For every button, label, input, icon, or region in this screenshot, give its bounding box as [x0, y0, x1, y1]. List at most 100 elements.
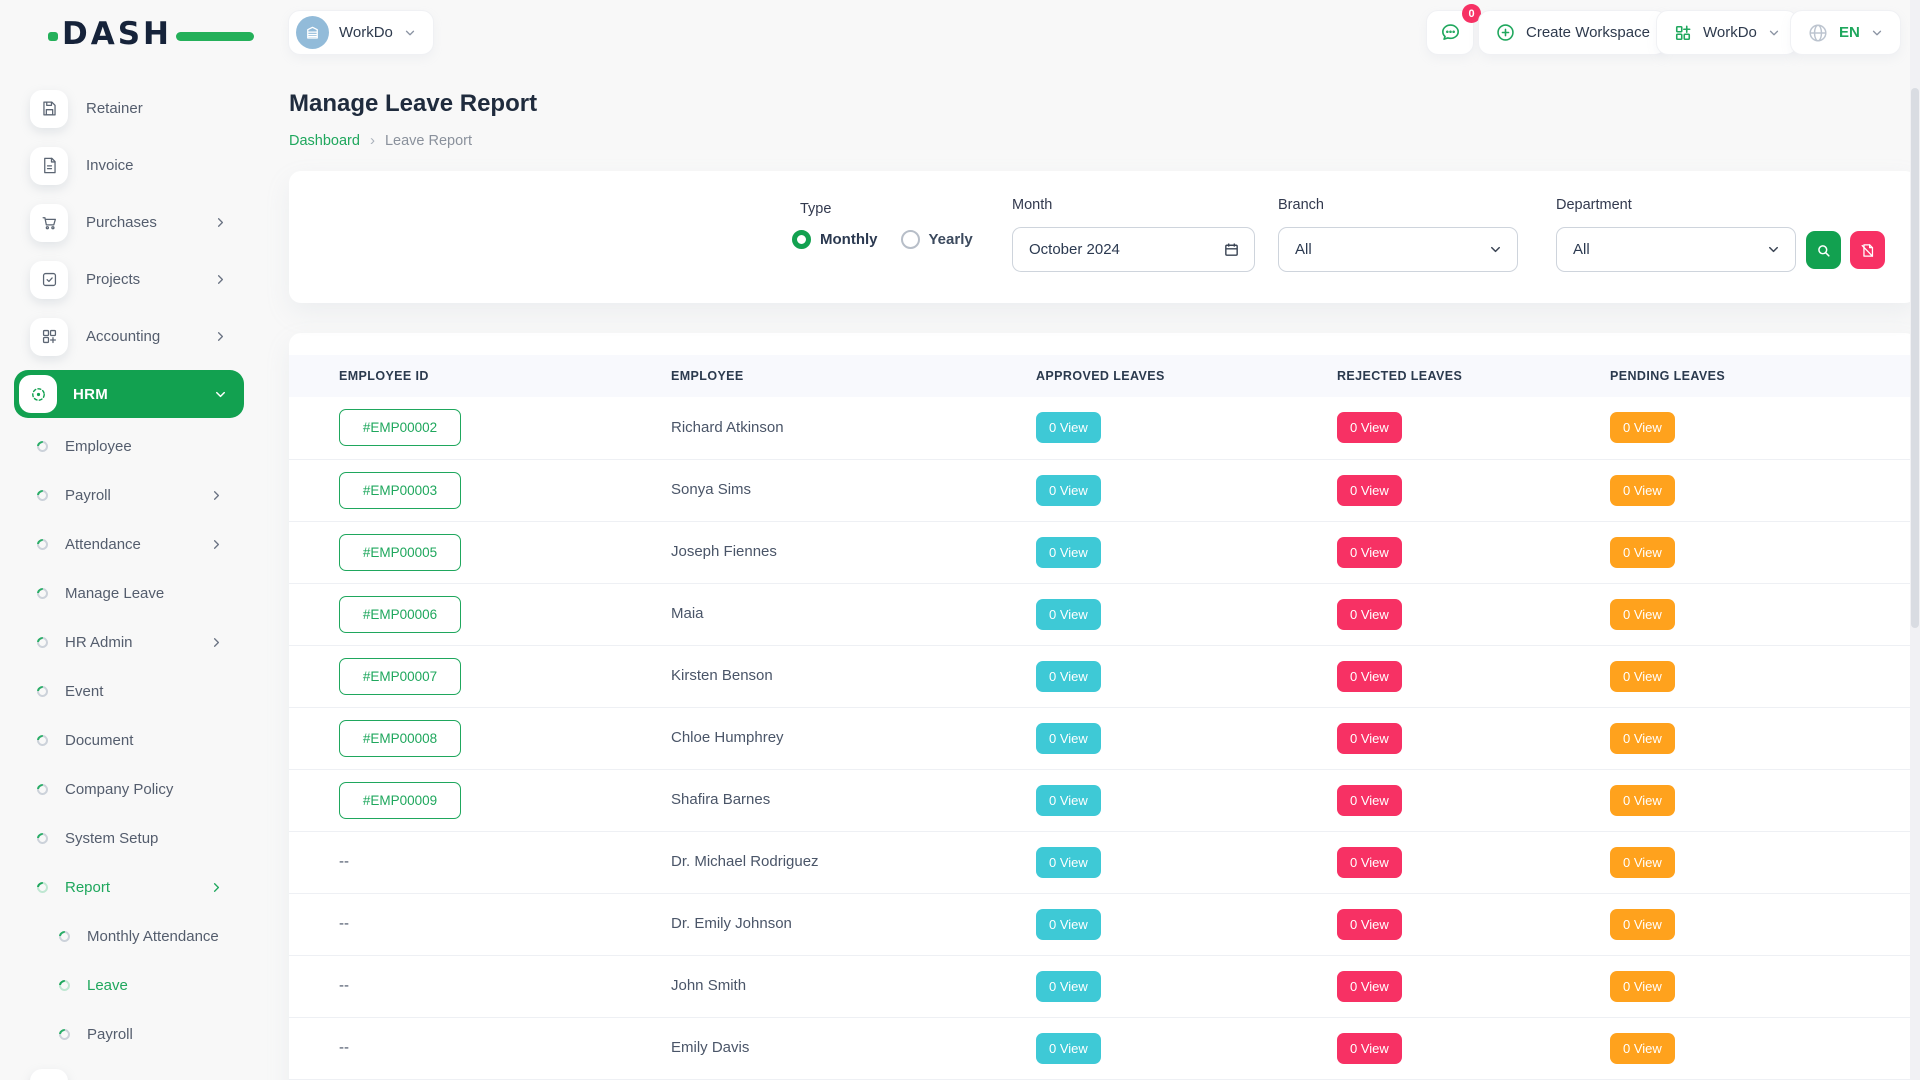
sidebar: RetainerInvoicePurchasesProjectsAccounti… — [0, 80, 264, 1080]
reset-filter-button[interactable] — [1850, 231, 1885, 269]
pending-leaves-view-badge[interactable]: 0 View — [1610, 971, 1675, 1002]
approved-leaves-view-badge[interactable]: 0 View — [1036, 599, 1101, 630]
employee-id-button[interactable]: #EMP00009 — [339, 782, 461, 819]
approved-leaves-view-badge[interactable]: 0 View — [1036, 847, 1101, 878]
pending-leaves-view-badge[interactable]: 0 View — [1610, 723, 1675, 754]
sidebar-item-payroll[interactable]: Payroll — [0, 1010, 264, 1059]
employee-id-button[interactable]: #EMP00007 — [339, 658, 461, 695]
approved-leaves-view-badge[interactable]: 0 View — [1036, 1033, 1101, 1064]
sidebar-item-purchases[interactable]: Purchases — [0, 194, 264, 251]
chevron-down-icon — [1870, 26, 1884, 40]
rejected-leaves-view-badge[interactable]: 0 View — [1337, 785, 1402, 816]
create-workspace-label: Create Workspace — [1526, 24, 1650, 41]
rejected-leaves-view-badge[interactable]: 0 View — [1337, 537, 1402, 568]
rejected-leaves-view-badge[interactable]: 0 View — [1337, 971, 1402, 1002]
table-row: #EMP00006Maia0 View0 View0 View — [289, 583, 1917, 645]
chevron-right-icon — [209, 537, 224, 552]
sidebar-item-label: Leave — [87, 977, 264, 994]
sidebar-item-projects[interactable]: Projects — [0, 251, 264, 308]
yearly-radio-label[interactable]: Yearly — [929, 231, 973, 248]
workspace-selector[interactable]: WorkDo — [288, 10, 434, 55]
approved-leaves-view-badge[interactable]: 0 View — [1036, 909, 1101, 940]
sidebar-item-pos[interactable]: POS — [0, 1059, 264, 1080]
sidebar-item-employee[interactable]: Employee — [0, 422, 264, 471]
pending-leaves-view-badge[interactable]: 0 View — [1610, 537, 1675, 568]
sidebar-item-hr-admin[interactable]: HR Admin — [0, 618, 264, 667]
building-icon — [296, 16, 329, 49]
leave-report-table: EMPLOYEE IDEMPLOYEEAPPROVED LEAVESREJECT… — [289, 355, 1917, 1080]
employee-id-button[interactable]: #EMP00002 — [339, 409, 461, 446]
approved-leaves-view-badge[interactable]: 0 View — [1036, 971, 1101, 1002]
table-row: #EMP00003 Sonya Sims 0 View 0 View 0 View — [289, 459, 1917, 521]
pending-leaves-view-badge[interactable]: 0 View — [1610, 847, 1675, 878]
employee-id-button[interactable]: #EMP00003 — [339, 472, 461, 509]
approved-leaves-view-badge[interactable]: 0 View — [1036, 785, 1101, 816]
sidebar-item-leave[interactable]: Leave — [0, 961, 264, 1010]
sidebar-item-manage-leave[interactable]: Manage Leave — [0, 569, 264, 618]
pending-leaves-view-badge[interactable]: 0 View — [1610, 661, 1675, 692]
sidebar-item-system-setup[interactable]: System Setup — [0, 814, 264, 863]
approved-leaves-view-badge[interactable]: 0 View — [1036, 723, 1101, 754]
employee-id-button[interactable]: #EMP00006 — [339, 596, 461, 633]
sidebar-item-monthly-attendance[interactable]: Monthly Attendance — [0, 912, 264, 961]
monthly-radio[interactable] — [792, 230, 811, 249]
messages-button[interactable]: 0 — [1426, 10, 1474, 55]
pending-leaves-view-badge[interactable]: 0 View — [1610, 412, 1675, 443]
sidebar-item-accounting[interactable]: Accounting — [0, 308, 264, 365]
app-logo[interactable]: DASH — [62, 16, 212, 52]
approved-leaves-view-badge[interactable]: 0 View — [1036, 412, 1101, 443]
approved-leaves-view-badge[interactable]: 0 View — [1036, 537, 1101, 568]
rejected-leaves-view-badge[interactable]: 0 View — [1337, 599, 1402, 630]
sidebar-item-retainer[interactable]: Retainer — [0, 80, 264, 137]
rejected-leaves-view-badge[interactable]: 0 View — [1337, 847, 1402, 878]
approved-leaves-view-badge[interactable]: 0 View — [1036, 661, 1101, 692]
month-value: October 2024 — [1029, 241, 1120, 258]
create-workspace-button[interactable]: Create Workspace — [1478, 10, 1667, 55]
pending-leaves-view-badge[interactable]: 0 View — [1610, 599, 1675, 630]
rejected-leaves-view-badge[interactable]: 0 View — [1337, 412, 1402, 443]
rejected-leaves-view-badge[interactable]: 0 View — [1337, 661, 1402, 692]
sidebar-item-event[interactable]: Event — [0, 667, 264, 716]
employee-id-button[interactable]: #EMP00008 — [339, 720, 461, 757]
month-input[interactable]: October 2024 — [1012, 227, 1255, 272]
page-scrollbar[interactable] — [1910, 0, 1920, 1080]
pending-leaves-view-badge[interactable]: 0 View — [1610, 475, 1675, 506]
sidebar-item-label: Event — [65, 683, 264, 700]
pending-leaves-view-badge[interactable]: 0 View — [1610, 785, 1675, 816]
sidebar-item-document[interactable]: Document — [0, 716, 264, 765]
sidebar-item-attendance[interactable]: Attendance — [0, 520, 264, 569]
employee-name: Kirsten Benson — [671, 667, 773, 684]
pending-leaves-view-badge[interactable]: 0 View — [1610, 909, 1675, 940]
monthly-radio-label[interactable]: Monthly — [820, 231, 878, 248]
employee-name: Joseph Fiennes — [671, 543, 777, 560]
rejected-leaves-view-badge[interactable]: 0 View — [1337, 909, 1402, 940]
yearly-radio[interactable] — [901, 230, 920, 249]
department-select[interactable]: All — [1556, 227, 1796, 272]
branch-select[interactable]: All — [1278, 227, 1518, 272]
column-header-rejected-leaves: REJECTED LEAVES — [1287, 355, 1560, 397]
column-header-pending-leaves: PENDING LEAVES — [1560, 355, 1917, 397]
employee-id-button[interactable]: #EMP00005 — [339, 534, 461, 571]
language-selector[interactable]: EN — [1790, 10, 1901, 55]
sidebar-item-company-policy[interactable]: Company Policy — [0, 765, 264, 814]
retainer-icon — [30, 90, 68, 128]
department-label: Department — [1556, 197, 1632, 213]
employee-name: Sonya Sims — [671, 481, 751, 498]
rejected-leaves-view-badge[interactable]: 0 View — [1337, 475, 1402, 506]
pending-leaves-view-badge[interactable]: 0 View — [1610, 1033, 1675, 1064]
scrollbar-thumb[interactable] — [1911, 88, 1919, 628]
column-header-employee-id: EMPLOYEE ID — [289, 355, 621, 397]
rejected-leaves-view-badge[interactable]: 0 View — [1337, 723, 1402, 754]
sidebar-item-invoice[interactable]: Invoice — [0, 137, 264, 194]
employee-name: Chloe Humphrey — [671, 729, 784, 746]
sidebar-item-payroll[interactable]: Payroll — [0, 471, 264, 520]
sidebar-item-label: Attendance — [65, 536, 192, 553]
search-icon — [1815, 242, 1832, 259]
search-button[interactable] — [1806, 231, 1841, 269]
breadcrumb-dashboard-link[interactable]: Dashboard — [289, 133, 360, 149]
rejected-leaves-view-badge[interactable]: 0 View — [1337, 1033, 1402, 1064]
approved-leaves-view-badge[interactable]: 0 View — [1036, 475, 1101, 506]
sidebar-item-hrm[interactable]: HRM — [14, 370, 244, 418]
sidebar-item-report[interactable]: Report — [0, 863, 264, 912]
workspace-menu-button[interactable]: WorkDo — [1656, 10, 1798, 55]
